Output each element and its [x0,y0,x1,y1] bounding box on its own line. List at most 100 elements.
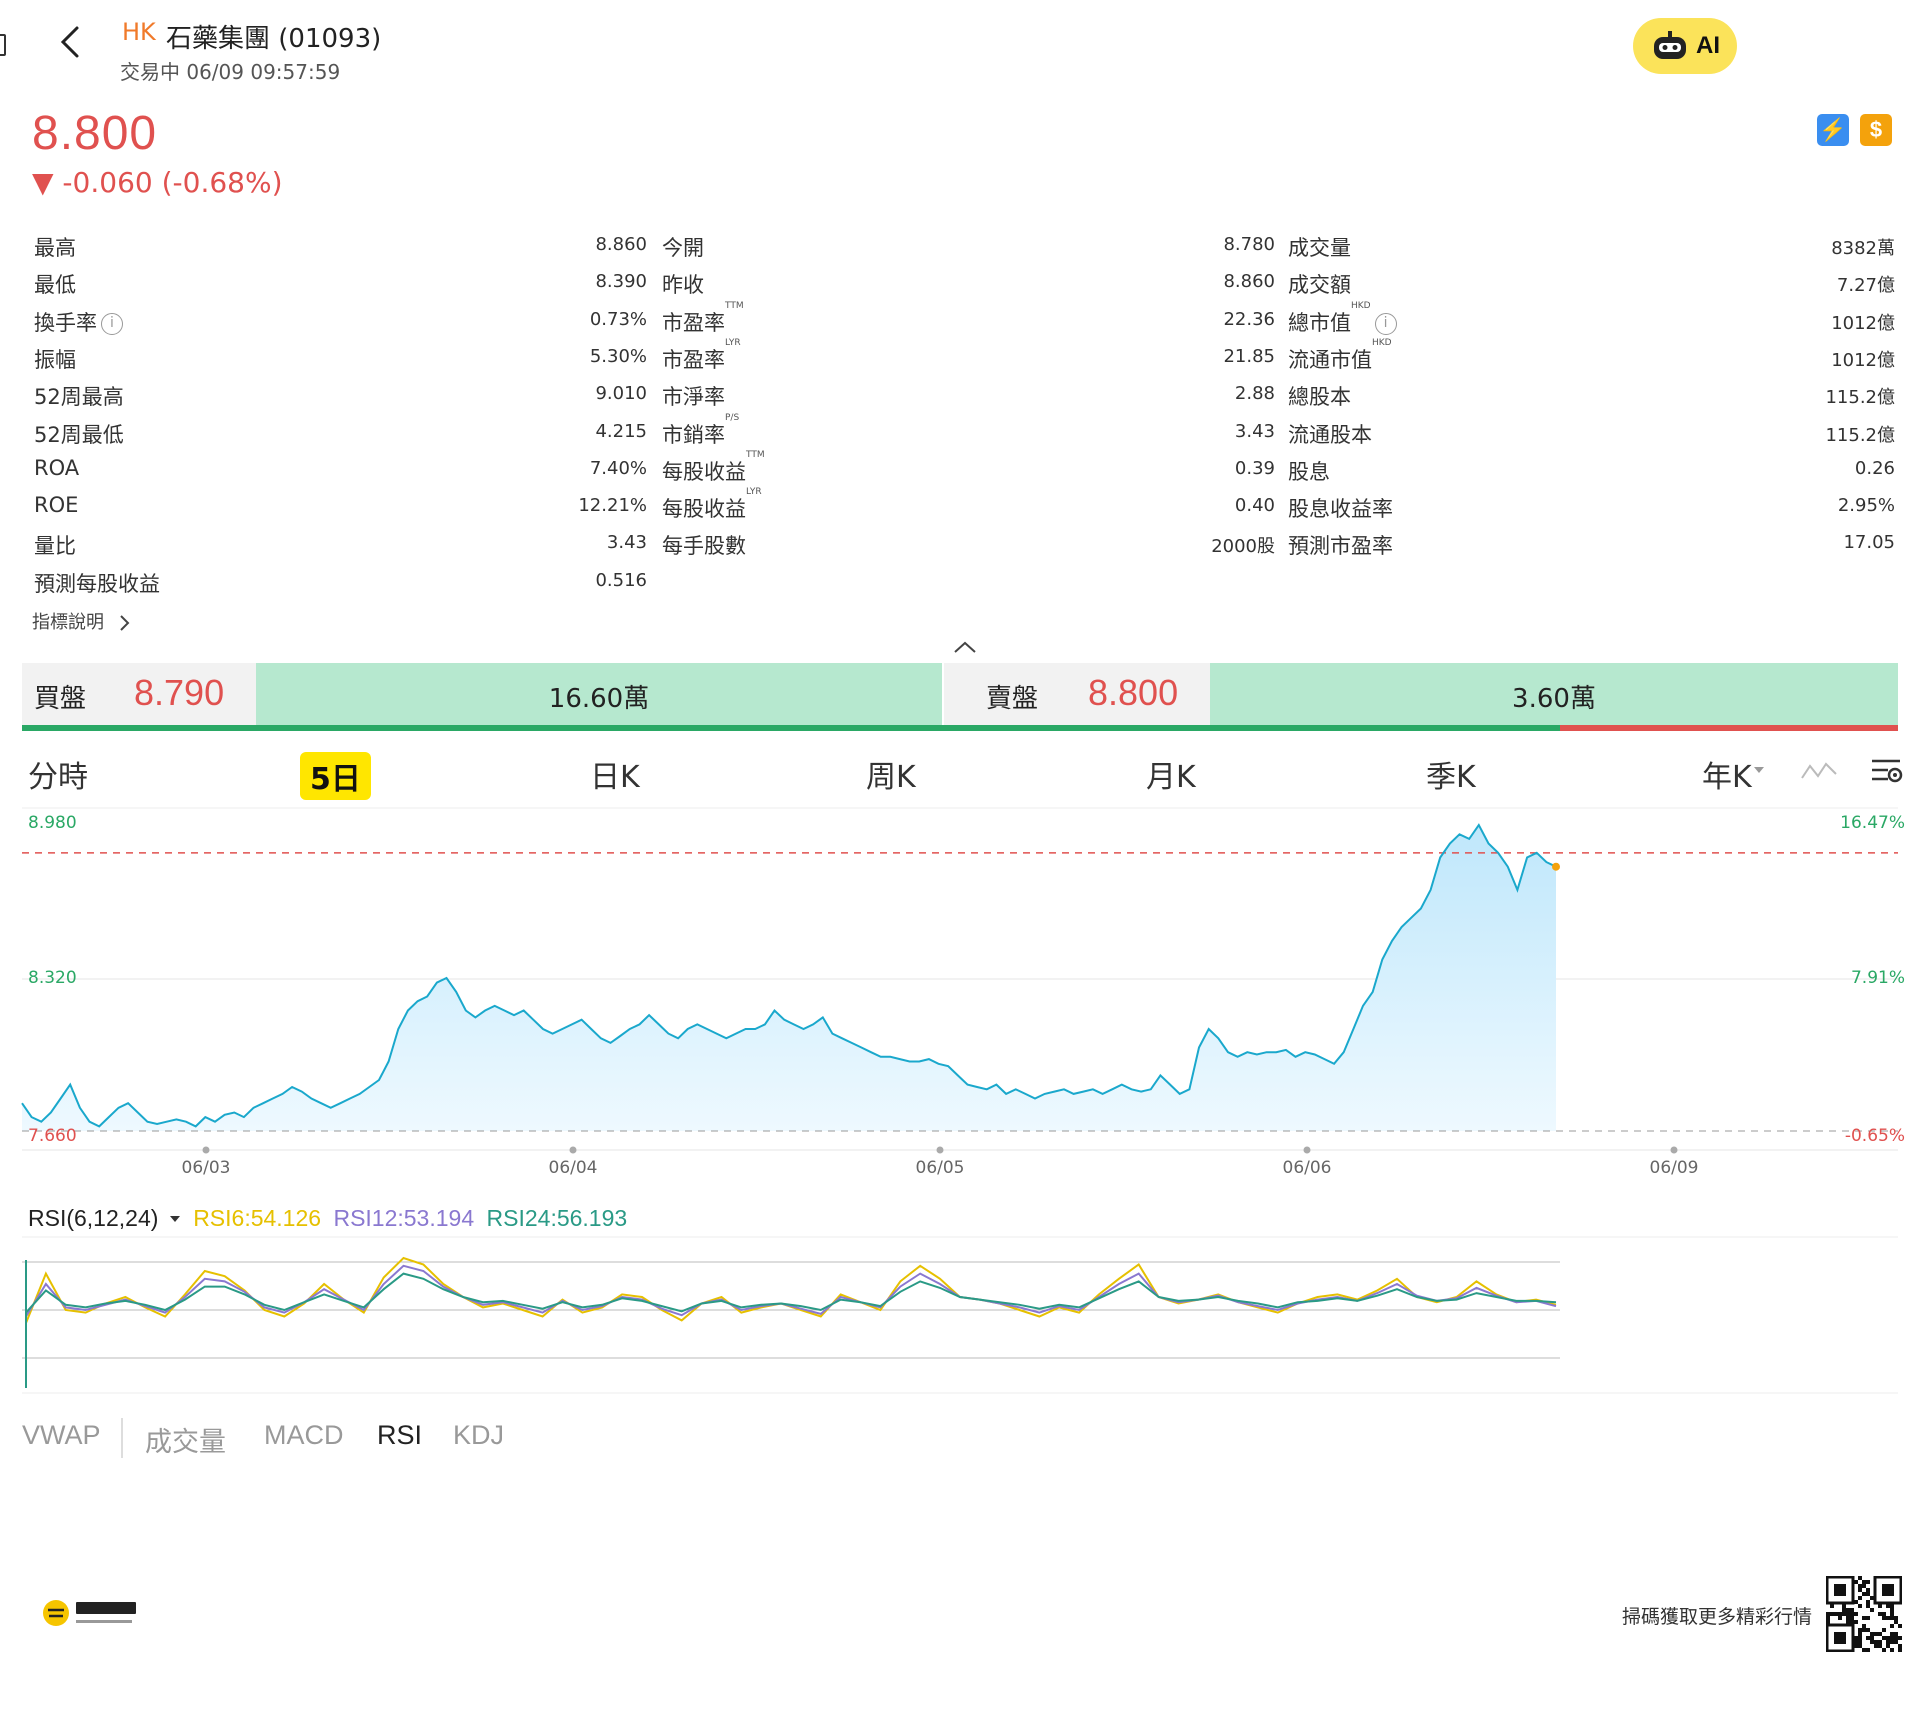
stat-value: 1012億 [1831,349,1895,371]
indicator-guide-link[interactable]: 指標說明 [32,608,132,634]
scan-qr-hint: 掃碼獲取更多精彩行情 [1622,1606,1813,1628]
stat-value: 8.780 [1223,234,1275,255]
stat-value: 17.05 [1843,532,1895,554]
yearly-dropdown-icon[interactable] [1753,766,1765,774]
x-tick-dot [569,1146,577,1154]
tab-monthly-k[interactable]: 月K [1146,752,1196,796]
stat-label-text: 每股收益 [662,497,746,522]
back-arrow-icon[interactable] [55,22,83,62]
stat-value: 1012億 [1831,312,1895,334]
ai-assistant-button[interactable]: AI [1633,18,1737,74]
stat-label: 最低 [34,269,76,299]
stat-value: 22.36 [1223,308,1275,330]
stat-value: 12.21% [578,495,647,517]
stat-label: 每股收益TTM [662,450,765,486]
stat-label-text: 市盈率 [662,310,725,335]
qr-code-icon[interactable] [1826,1576,1902,1652]
stat-value: 2000股 [1211,536,1275,558]
collapse-chevron-icon[interactable] [953,640,977,654]
chart-settings-icon[interactable] [1870,756,1904,786]
stat-label-sup: LYR [725,337,741,348]
rsi-dropdown-icon[interactable] [169,1215,181,1223]
chevron-right-icon [120,615,130,631]
tab-yearly-k[interactable]: 年K [1702,752,1752,796]
stat-label: 成交額 [1288,269,1351,299]
stats-row: ROA 7.40% 每股收益TTM 0.39 股息 0.26 [0,450,1920,488]
bid-volume: 16.60萬 [548,684,650,714]
stat-value: 2.88 [1234,383,1275,405]
indicator-tab-kdj[interactable]: KDJ [453,1420,504,1451]
info-icon[interactable]: i [101,312,123,335]
stat-label-sup: HKD [1372,337,1392,348]
indicator-tab-macd[interactable]: MACD [264,1420,344,1451]
rsi6-value: RSI6:54.126 [193,1205,322,1231]
stat-label-text: 振幅 [34,347,76,372]
stats-row: 最高 8.860 今開 8.780 成交量 8382萬 [0,228,1920,264]
stat-label-text: 流通市值 [1288,347,1372,372]
line-style-icon[interactable] [1800,758,1838,784]
stat-label: 流通股本 [1288,419,1372,449]
flash-icon[interactable]: ⚡ [1817,114,1849,146]
x-axis-tick: 06/09 [1650,1158,1699,1178]
stat-label-sup: TTM [746,449,765,460]
stat-label-text: 昨收 [662,273,704,298]
ask-label: 賣盤 [986,684,1039,714]
stat-label-text: 市淨率 [662,385,725,410]
stat-value: 3.43 [1234,420,1275,442]
tab-quarterly-k[interactable]: 季K [1426,752,1476,796]
stat-value: 0.26 [1854,457,1895,479]
stat-label-text: 成交量 [1288,236,1351,260]
price-area-fill [22,825,1556,1131]
stat-value: 0.40 [1234,495,1275,517]
indicator-tab-vwap[interactable]: VWAP [22,1420,101,1451]
rsi-title[interactable]: RSI(6,12,24) [28,1205,158,1231]
stat-value: 5.30% [589,345,647,367]
stat-value: 7.40% [589,457,647,479]
left-axis-tick: 8.320 [28,968,77,988]
stat-value: 8.390 [595,271,647,293]
stat-label-text: 總市值 [1288,310,1351,335]
stat-label: 總股本 [1288,381,1351,411]
indicator-tab-volume[interactable]: 成交量 [145,1420,226,1459]
stat-label: 市銷率P/S [662,413,739,449]
stat-label: 股息 [1288,456,1330,486]
rsi24-value: RSI24:56.193 [486,1205,628,1231]
stat-label-text: 最低 [34,273,76,298]
stat-value: 9.010 [595,383,647,405]
indicator-tab-rsi[interactable]: RSI [377,1420,422,1451]
stats-row: 量比 3.43 每手股數 2000股 預測市盈率 17.05 [0,526,1920,562]
stat-label: 預測市盈率 [1288,530,1393,560]
stats-row: 52周最低 4.215 市銷率P/S 3.43 流通股本 115.2億 [0,413,1920,451]
dollar-icon[interactable]: $ [1860,114,1892,146]
stat-label: 每股收益LYR [662,487,762,523]
stat-label: 股息收益率 [1288,493,1393,523]
stat-value: 0.73% [589,308,647,330]
stat-label-text: 最高 [34,236,76,260]
tab-5day[interactable]: 5日 [300,752,371,800]
tab-intraday[interactable]: 分時 [28,752,88,796]
price-chart[interactable]: 8.980 8.320 7.660 16.47% 7.91% -0.65% 06/03 06/… [0,800,1920,1190]
tab-daily-k[interactable]: 日K [590,752,640,796]
x-axis-tick: 06/05 [916,1158,965,1178]
stat-label: 市淨率 [662,381,725,411]
tab-weekly-k[interactable]: 周K [866,752,916,796]
rsi6-line [25,1256,1557,1324]
stat-label-sup: TTM [725,300,744,311]
stat-label-text: 量比 [34,534,76,559]
stat-label: ROE [34,493,78,517]
stat-label-text: 52周最高 [34,385,124,410]
tiger-brokers-logo [43,1600,136,1626]
rsi-chart[interactable] [0,1235,1920,1395]
ask-price: 8.800 [1088,672,1179,713]
stock-title: 石藥集團 (01093) [166,24,382,54]
indicator-divider [121,1418,123,1458]
bid-panel: 買盤 8.790 16.60萬 [22,663,942,725]
stat-label-text: 今開 [662,236,704,260]
stats-row: ROE 12.21% 每股收益LYR 0.40 股息收益率 2.95% [0,487,1920,525]
stat-value: 21.85 [1223,345,1275,367]
stat-value: 8382萬 [1831,238,1895,259]
stat-label: 量比 [34,530,76,560]
stat-label-text: ROA [34,455,80,480]
info-icon[interactable]: i [1374,312,1397,335]
stat-label-sup: HKD [1351,300,1371,311]
